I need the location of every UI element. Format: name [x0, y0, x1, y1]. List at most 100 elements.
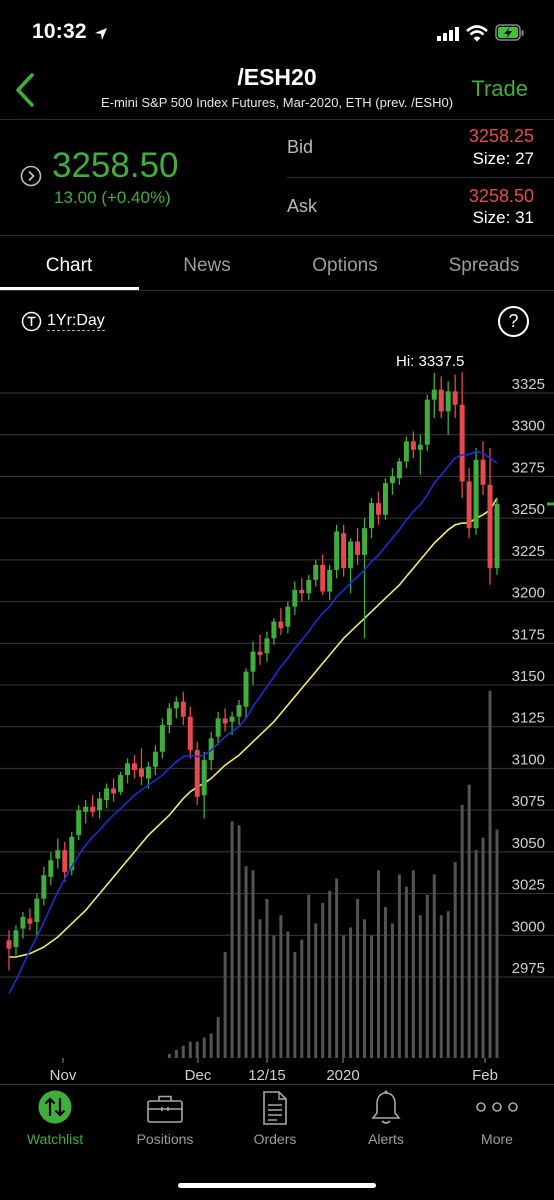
tab-news[interactable]: News	[138, 255, 276, 277]
volume-bar	[167, 1053, 171, 1058]
tab-spreads[interactable]: Spreads	[415, 255, 553, 277]
x-tick-label: Nov	[50, 1067, 77, 1084]
candle-body	[334, 531, 340, 570]
trade-button[interactable]: Trade	[471, 76, 528, 102]
time-frame-selector[interactable]: 1Yr:Day	[47, 312, 105, 331]
volume-bar	[495, 829, 499, 1058]
candle-body	[313, 564, 319, 580]
price-chart[interactable]: 3325 3300 3275 3250 3225 3200 3175 3150 3125 3100…	[0, 345, 554, 1085]
volume-bar	[474, 849, 478, 1058]
more-dots-icon	[476, 1102, 518, 1112]
volume-bar	[202, 1037, 206, 1058]
candle-body	[403, 441, 409, 462]
tabbar-divider	[0, 1084, 554, 1085]
volume-bar	[446, 911, 450, 1058]
candle-body	[264, 638, 270, 654]
volume-bar	[342, 935, 346, 1058]
candle-body	[20, 916, 26, 929]
tabbar-alerts-label: Alerts	[368, 1131, 404, 1147]
candle-body	[271, 621, 277, 639]
volume-bar	[439, 915, 443, 1058]
volume-bar	[432, 874, 436, 1058]
volume-bar	[467, 784, 471, 1058]
volume-bar	[453, 862, 457, 1058]
volume-bar	[397, 874, 401, 1058]
y-tick-label: 3250	[512, 501, 545, 518]
volume-bar	[356, 898, 360, 1058]
y-tick-label: 3275	[512, 459, 545, 476]
expand-chevron-icon[interactable]	[20, 165, 42, 187]
tabbar-more-label: More	[481, 1131, 513, 1147]
bell-icon	[371, 1090, 401, 1124]
tabbar-watchlist-label: Watchlist	[26, 1131, 84, 1147]
candle-body	[187, 716, 193, 751]
tab-chart[interactable]: Chart	[0, 255, 138, 277]
y-tick-label: 3175	[512, 626, 545, 643]
tab-options[interactable]: Options	[276, 255, 414, 277]
candle-body	[278, 621, 284, 629]
candle-body	[222, 718, 228, 724]
volume-bar	[300, 939, 304, 1058]
volume-bar	[244, 866, 248, 1058]
home-indicator	[178, 1183, 376, 1188]
candle-body	[118, 775, 124, 792]
volume-bar	[293, 951, 297, 1058]
volume-bar	[390, 923, 394, 1058]
y-tick-label: 3325	[512, 376, 545, 393]
watchlist-icon	[38, 1090, 72, 1124]
briefcase-icon	[147, 1095, 183, 1123]
tabbar-orders-label: Orders	[253, 1131, 297, 1147]
candle-body	[355, 541, 361, 555]
volume-bar	[188, 1041, 192, 1058]
help-button[interactable]: ?	[498, 306, 529, 337]
candle-body	[125, 763, 131, 776]
candle-body	[299, 589, 305, 594]
location-arrow-icon	[95, 28, 107, 40]
candle-body	[487, 484, 493, 569]
candle-body	[34, 898, 40, 922]
candle-body	[201, 760, 207, 796]
candle-body	[424, 399, 430, 445]
volume-bar	[230, 821, 234, 1058]
volume-bar	[195, 1041, 199, 1058]
candle-body	[76, 810, 82, 836]
candle-body	[41, 875, 47, 899]
candle-body	[396, 461, 402, 479]
candle-body	[159, 725, 165, 752]
volume-bar	[174, 1049, 178, 1058]
ask-label: Ask	[287, 196, 318, 216]
candle-body	[341, 533, 347, 569]
candle-body	[13, 930, 19, 947]
battery-charging-icon	[495, 24, 524, 41]
candle-body	[250, 651, 256, 672]
candle-body	[62, 850, 68, 872]
volume-bar	[328, 890, 332, 1058]
volume-bar	[481, 837, 485, 1058]
cellular-signal-icon	[437, 27, 459, 41]
candle-body	[410, 441, 416, 450]
time-frame-icon[interactable]	[21, 311, 42, 332]
x-tick-label: Feb	[472, 1067, 498, 1084]
volume-bar	[216, 1017, 220, 1058]
y-tick-label: 3200	[512, 585, 545, 602]
y-tick-label: 3025	[512, 877, 545, 894]
candle-body	[104, 788, 110, 801]
volume-bar	[335, 878, 339, 1058]
candle-body	[138, 768, 144, 777]
candle-body	[166, 708, 172, 726]
quote-divider	[0, 235, 554, 236]
volume-bar	[370, 935, 374, 1058]
candle-body	[243, 671, 249, 707]
volume-bar	[363, 919, 367, 1058]
candle-body	[327, 569, 333, 592]
y-tick-label: 3050	[512, 835, 545, 852]
candle-body	[389, 476, 395, 484]
candle-body	[494, 503, 500, 569]
volume-bar	[383, 907, 387, 1058]
candle-body	[348, 541, 354, 569]
candle-body	[83, 806, 89, 812]
tabbar-positions-label: Positions	[136, 1131, 194, 1147]
volume-bar	[321, 902, 325, 1058]
candle-body	[152, 751, 158, 767]
volume-bar	[272, 935, 276, 1058]
